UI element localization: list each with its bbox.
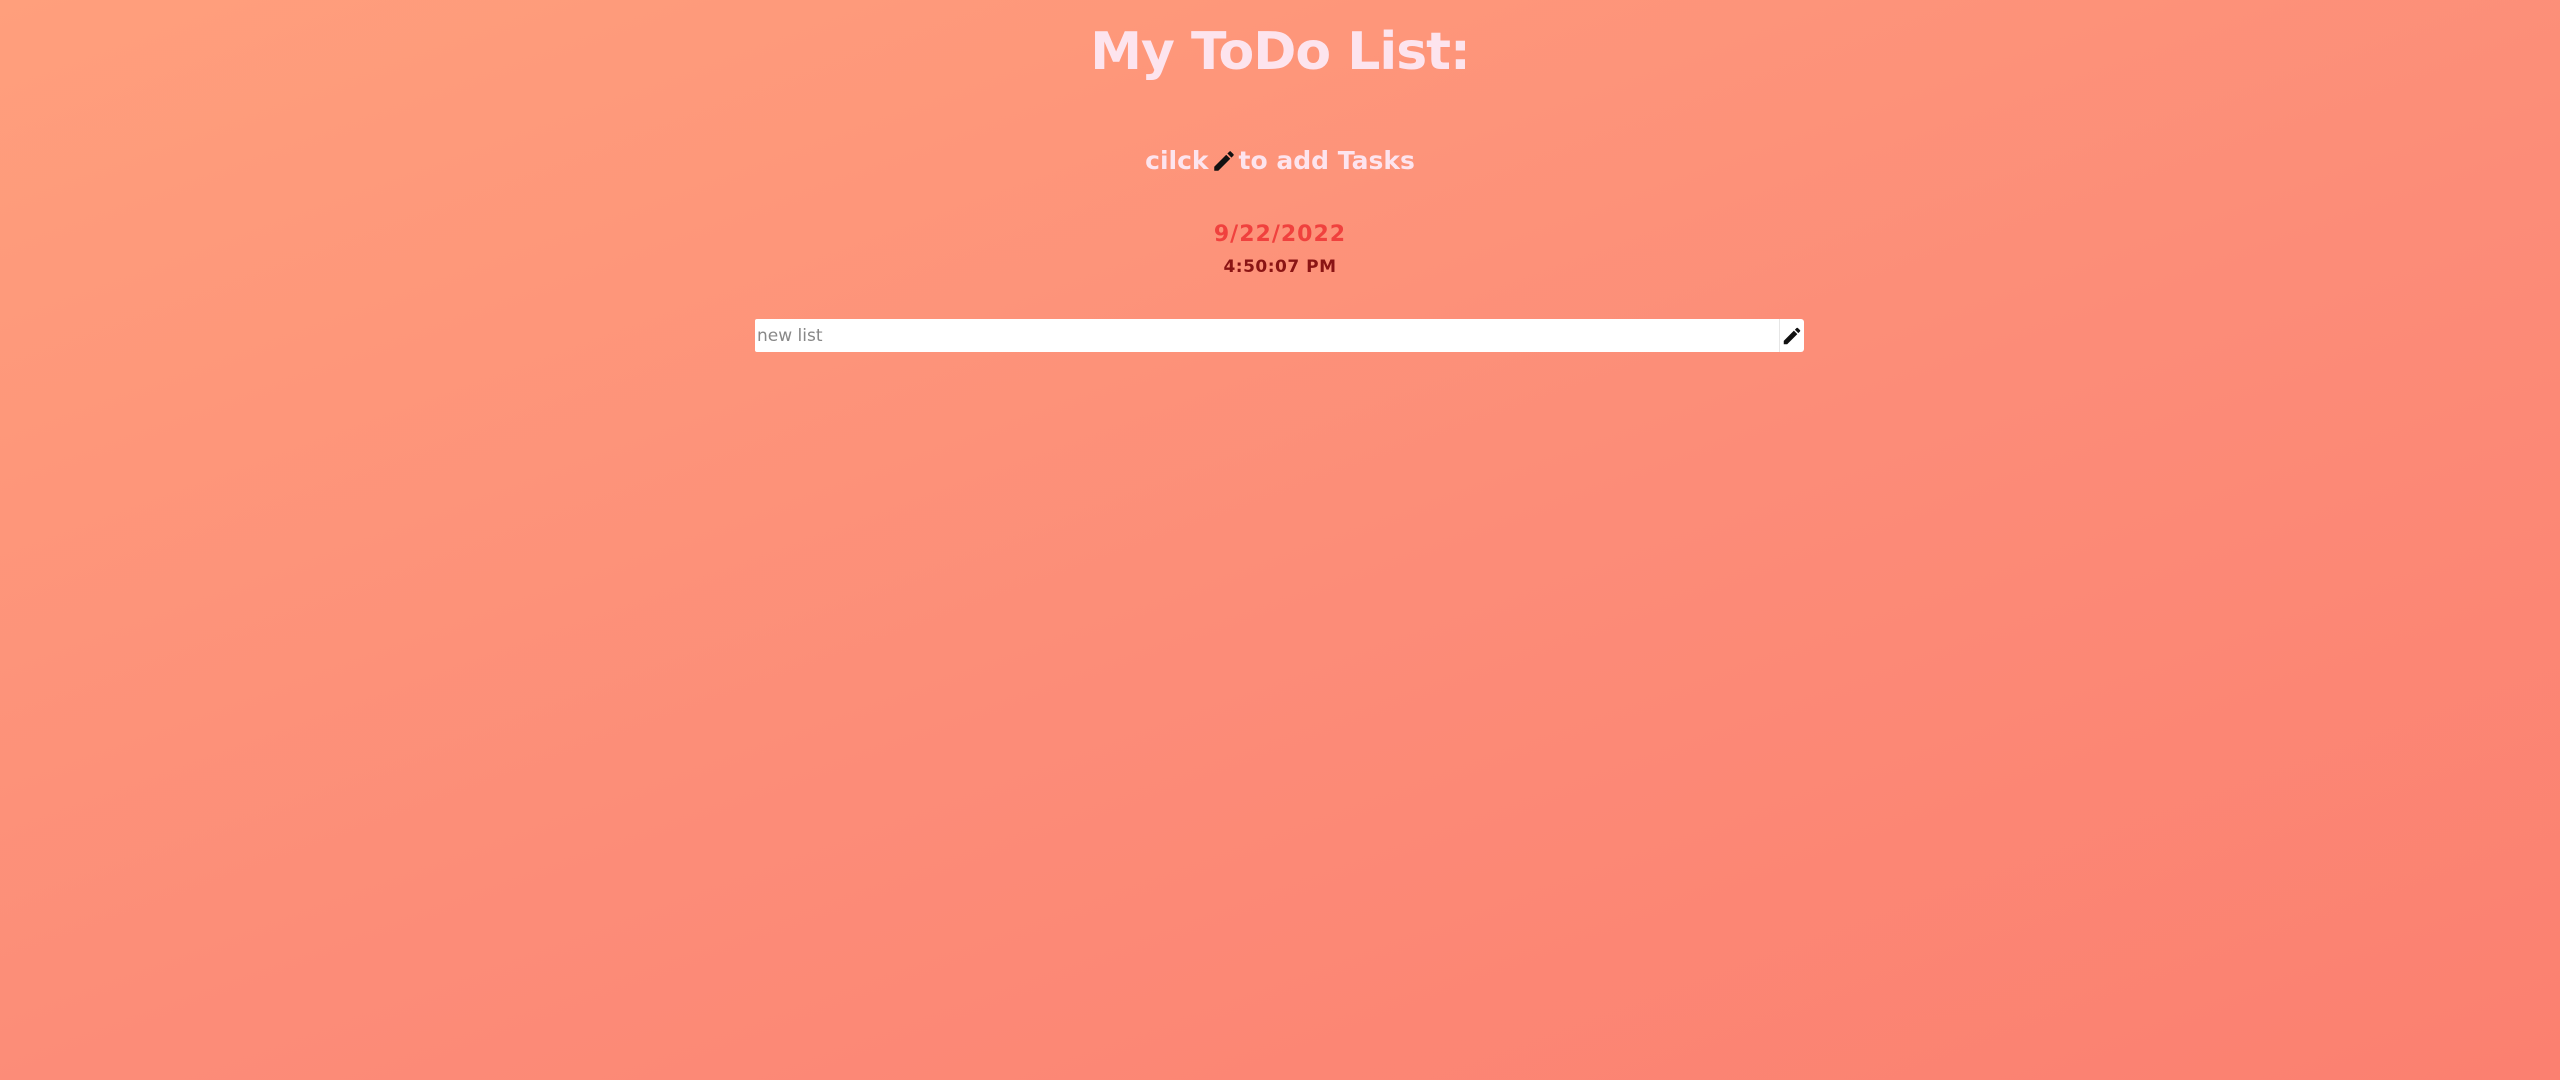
page-title: My ToDo List: xyxy=(1090,22,1471,82)
hint-suffix: to add Tasks xyxy=(1238,146,1415,175)
add-list-button[interactable] xyxy=(1779,319,1804,352)
new-list-form xyxy=(755,319,1804,352)
add-task-hint: cilck to add Tasks xyxy=(0,146,2560,175)
current-date: 9/22/2022 xyxy=(1213,222,1347,247)
hint-prefix: cilck xyxy=(1145,146,1209,175)
new-list-input[interactable] xyxy=(755,319,1779,352)
current-time: 4:50:07 PM xyxy=(1223,257,1337,277)
pencil-icon xyxy=(1211,148,1237,174)
pencil-icon xyxy=(1781,325,1803,347)
